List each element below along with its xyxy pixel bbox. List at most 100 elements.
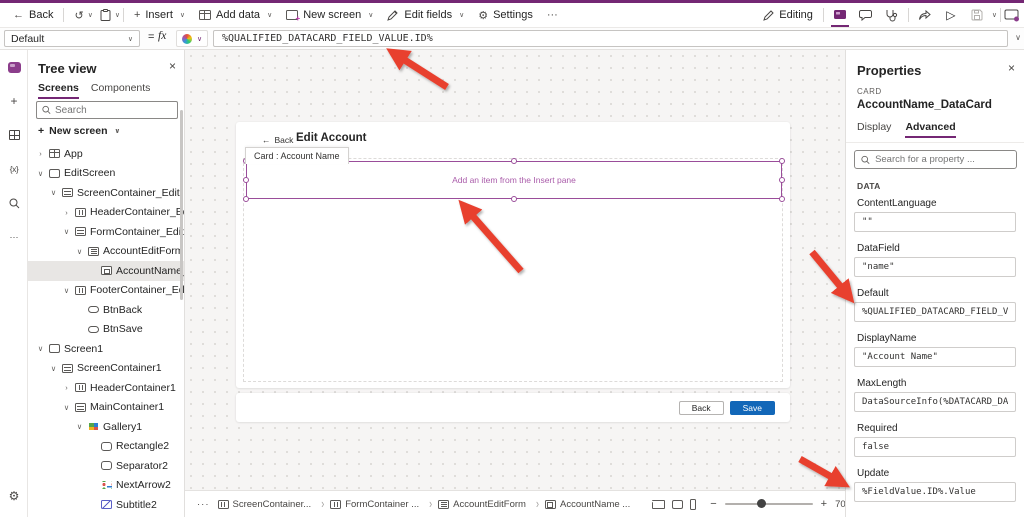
tree-item-chevron[interactable]: ∨ [36,169,45,178]
breadcrumb-more-button[interactable]: ··· [197,499,210,510]
rail-settings-button[interactable]: ⚙ [0,479,28,513]
edit-fields-button[interactable]: Edit fields ∨ [380,3,471,27]
resize-handle[interactable] [779,196,785,202]
tree-item-chevron[interactable]: ∨ [75,422,84,431]
editing-mode-button[interactable]: Editing [756,3,820,27]
property-field-input[interactable]: false [854,437,1016,457]
design-canvas[interactable]: ← Back Edit Account Card : Account Name … [185,50,845,517]
save-menu-chevron[interactable]: ∨ [992,11,997,19]
tree-item-chevron[interactable]: › [62,208,71,217]
breadcrumb-item[interactable]: ScreenContainer... › [218,499,331,510]
zoom-slider-thumb[interactable] [757,499,766,508]
property-field-input[interactable]: DataSourceInfo(%DATACARD_DATASOURCE_N… [854,392,1016,412]
tree-item-chevron[interactable]: ∨ [75,247,84,256]
tree-item[interactable]: BtnSave [28,320,184,340]
tree-item[interactable]: › HeaderContainer1 [28,378,184,398]
rail-variables-button[interactable]: {x} [0,152,28,186]
resize-handle[interactable] [779,177,785,183]
formula-input[interactable] [213,30,1008,47]
tree-item-chevron[interactable]: ∨ [62,403,71,412]
undo-button[interactable]: ↺ [67,3,85,27]
preview-button[interactable]: ▷ [938,3,964,27]
paste-menu-chevron[interactable]: ∨ [115,11,120,19]
app-save-button[interactable]: Save [730,401,775,415]
zoom-out-button[interactable]: − [710,498,716,510]
rail-search-button[interactable] [0,186,28,220]
tree-item-chevron[interactable]: ∨ [49,364,58,373]
new-screen-tree-button[interactable]: + New screen ∨ [38,125,120,137]
publish-button[interactable] [1004,3,1024,27]
more-commands-button[interactable]: ··· [540,3,565,27]
copilot-formula-button[interactable]: ∨ [176,30,208,47]
property-field-input[interactable]: %FieldValue.ID%.Value [854,482,1016,502]
tree-item[interactable]: › HeaderContainer_Edit [28,203,184,223]
app-screen[interactable]: ← Back Edit Account Card : Account Name … [236,122,790,388]
property-selector[interactable]: Default ∨ [4,30,140,47]
paste-button[interactable] [93,3,113,27]
tree-item[interactable]: ∨ Gallery1 [28,417,184,437]
app-back-button[interactable]: Back [679,401,724,415]
app-checker-button[interactable] [879,3,905,27]
resize-handle[interactable] [243,196,249,202]
rail-data-button[interactable] [0,118,28,152]
tree-item-chevron[interactable]: ∨ [49,188,58,197]
tree-item[interactable]: › App [28,144,184,164]
property-field-input[interactable]: "Account Name" [854,347,1016,367]
app-back-link[interactable]: ← Back [262,135,293,145]
selected-datacard[interactable]: Add an item from the Insert pane [246,161,782,199]
tab-components[interactable]: Components [91,82,151,99]
tree-item[interactable]: ∨ MainContainer1 [28,398,184,418]
back-button[interactable]: ← Back [6,3,60,27]
resize-handle[interactable] [243,177,249,183]
tree-item[interactable]: ∨ ScreenContainer1 [28,359,184,379]
rail-more-button[interactable]: ··· [0,220,28,254]
tree-item[interactable]: NextArrow2 [28,476,184,496]
phone-preview-icon[interactable] [690,499,696,510]
tree-item-chevron[interactable]: ∨ [62,227,71,236]
tablet-preview-icon[interactable] [672,500,683,509]
tree-item-chevron[interactable]: › [62,383,71,392]
property-search-input[interactable] [875,154,1010,165]
tree-item[interactable]: Subtitle2 [28,495,184,515]
tree-search-input[interactable] [55,105,172,116]
rail-insert-button[interactable]: + [0,84,28,118]
insert-button[interactable]: + Insert ∨ [127,3,192,27]
settings-button[interactable]: ⚙ Settings [471,3,540,27]
property-field-input[interactable]: "name" [854,257,1016,277]
new-screen-button[interactable]: New screen ∨ [279,3,380,27]
save-button[interactable] [964,3,990,27]
breadcrumb-item[interactable]: AccountEditForm › [438,499,545,510]
zoom-in-button[interactable]: + [821,498,827,510]
formula-expand-chevron[interactable]: ∨ [1015,33,1021,42]
tree-item-chevron[interactable]: ∨ [36,344,45,353]
tree-item[interactable]: Separator2 [28,456,184,476]
zoom-slider[interactable] [725,503,813,505]
share-button[interactable] [912,3,938,27]
tree-item[interactable]: ∨ FooterContainer_Edit [28,281,184,301]
tree-item[interactable]: AccountName_DataCard [28,261,184,281]
resize-handle[interactable] [511,158,517,164]
property-field-input[interactable]: %QUALIFIED_DATACARD_FIELD_VALUE.ID% [854,302,1016,322]
tab-advanced[interactable]: Advanced [905,121,955,138]
rail-tree-view-button[interactable] [0,50,28,84]
tree-close-button[interactable]: × [169,59,176,73]
tree-item[interactable]: Rectangle2 [28,437,184,457]
breadcrumb-item[interactable]: AccountName ... › [545,499,630,510]
tree-item[interactable]: ∨ FormContainer_Edit [28,222,184,242]
comments-button[interactable] [853,3,879,27]
tree-item-chevron[interactable]: ∨ [62,286,71,295]
resize-handle[interactable] [779,158,785,164]
tab-display[interactable]: Display [857,121,891,138]
tree-item[interactable]: ∨ AccountEditForm [28,242,184,262]
tree-item-chevron[interactable]: › [36,149,45,158]
property-field-input[interactable]: "" [854,212,1016,232]
add-data-button[interactable]: Add data ∨ [192,3,279,27]
breadcrumb-item[interactable]: FormContainer ... › [330,499,438,510]
tree-scrollbar[interactable] [180,110,183,300]
screen-view-button[interactable] [827,3,853,27]
tab-screens[interactable]: Screens [38,82,79,99]
tree-item[interactable]: ∨ ScreenContainer_Edit [28,183,184,203]
tree-item[interactable]: ∨ EditScreen [28,164,184,184]
resize-handle[interactable] [511,196,517,202]
tree-item[interactable]: ∨ Screen1 [28,339,184,359]
